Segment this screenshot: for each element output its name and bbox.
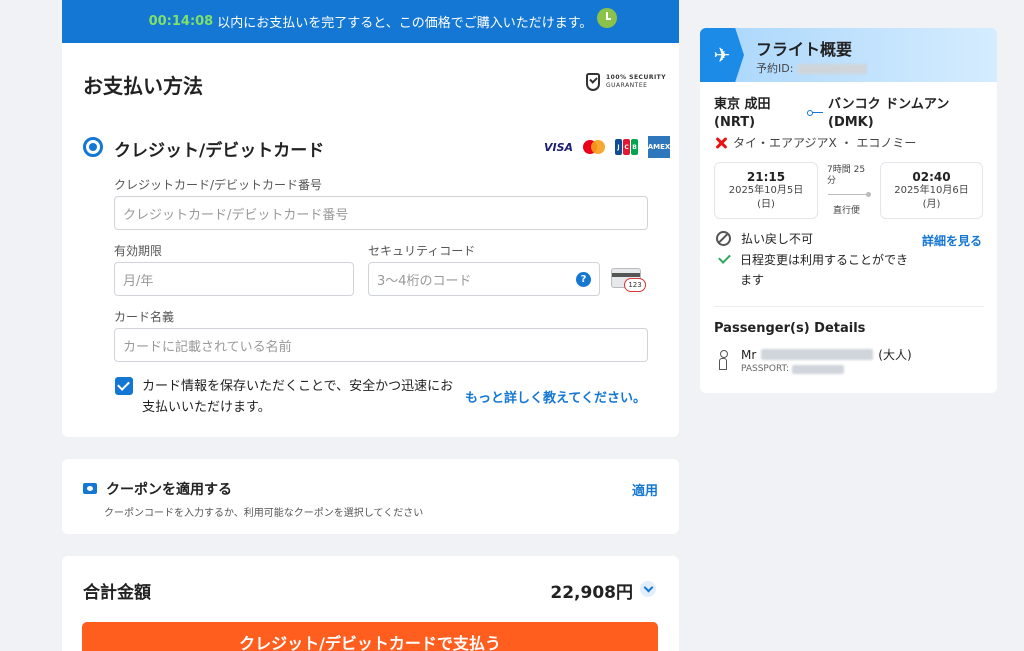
details-link[interactable]: 詳細を見る (922, 232, 982, 249)
security-guarantee-badge: 100% SECURITY GUARANTEE (586, 73, 666, 91)
destination: バンコク ドンムアン (DMK) (828, 96, 949, 132)
check-icon (718, 252, 730, 264)
card-number-input[interactable]: クレジットカード/デビットカード番号 (114, 196, 648, 230)
visa-logo: VISA (544, 140, 574, 154)
amex-logo: AMEX (648, 136, 670, 158)
person-icon (718, 350, 728, 370)
destination-code: (DMK) (828, 115, 874, 130)
refund-policy: 払い戻し不可 (716, 229, 813, 249)
passport-info: PASSPORT: (741, 364, 845, 374)
total-card: 合計金額 22,908円 クレジット/デビットカードで支払う (62, 556, 679, 651)
card-brands: VISA JCB AMEX (544, 136, 670, 158)
arrival-day: (月) (922, 199, 941, 210)
payment-method-card: お支払い方法 100% SECURITY GUARANTEE クレジット/デビッ… (62, 43, 679, 437)
guarantee-line1: 100% SECURITY (606, 74, 667, 81)
help-icon[interactable]: ? (576, 272, 591, 287)
clock-icon (597, 8, 617, 28)
passenger-details-title: Passenger(s) Details (714, 321, 866, 336)
passport-redacted (792, 364, 845, 374)
guarantee-line2: GUARANTEE (606, 82, 648, 89)
coupon-title: クーポンを適用する (106, 482, 232, 498)
shield-icon (586, 73, 600, 91)
origin: 東京 成田 (NRT) (714, 96, 771, 132)
timer-message: 以内にお支払いを完了すると、この価格でご購入いただけます。 (217, 16, 593, 31)
arrival-date: 2025年10月6日 (894, 185, 969, 196)
cardholder-input[interactable]: カードに記載されている名前 (114, 328, 648, 362)
duration-text: 7時間 25 分 (827, 165, 866, 186)
airline-info: タイ・エアアジアX ・ エコノミー (714, 134, 916, 151)
total-label: 合計金額 (83, 583, 151, 603)
timer-banner: 00:14:08 以内にお支払いを完了すると、この価格でご購入いただけます。 (62, 0, 679, 43)
no-refund-icon (716, 231, 731, 246)
departure-time: 21:15 (746, 170, 786, 184)
departure-day: (日) (757, 199, 775, 210)
passport-label: PASSPORT: (741, 364, 790, 374)
save-card-checkbox[interactable] (115, 377, 133, 395)
change-policy-text: 日程変更は利用することができます (740, 253, 909, 287)
mastercard-logo (583, 140, 606, 154)
flight-duration: 7時間 25 分 (827, 165, 875, 198)
arrival-box: 02:40 2025年10月6日 (月) (880, 162, 983, 219)
arrival-time: 02:40 (912, 170, 951, 184)
cvv-input[interactable]: 3〜4桁のコード ? (368, 262, 600, 296)
apply-coupon-button[interactable]: 適用 (632, 480, 658, 499)
payment-method-label[interactable]: クレジット/デビットカード (114, 136, 324, 161)
passenger-prefix: Mr (741, 347, 757, 362)
cvv-label: セキュリティコード (368, 244, 476, 258)
cvv-placeholder: 3〜4桁のコード (377, 273, 472, 289)
credit-card-radio[interactable] (83, 137, 103, 157)
booking-id-label: 予約ID: (756, 62, 794, 75)
flight-summary-card: ✈ フライト概要 予約ID: 東京 成田 (NRT) バンコク ドンムアン (D… (700, 28, 997, 393)
divider (714, 306, 984, 307)
airline-name: タイ・エアアジアX ・ エコノミー (733, 136, 917, 150)
learn-more-link[interactable]: もっと詳しく教えてください。 (465, 387, 646, 406)
card-number-label: クレジットカード/デビットカード番号 (114, 178, 323, 192)
no-refund-text: 払い戻し不可 (741, 232, 814, 246)
passenger-type: (大人) (878, 348, 912, 362)
direct-flight-label: 直行便 (833, 206, 861, 216)
coupon-icon (83, 483, 97, 494)
booking-id: 予約ID: (756, 60, 867, 76)
save-card-text: カード情報を保存いただくことで、安全かつ迅速にお支払いいただけます。 (142, 379, 454, 415)
airline-logo-icon (714, 136, 728, 150)
chevron-down-icon[interactable] (640, 581, 656, 597)
total-amount: 22,908円 (550, 583, 633, 603)
departure-date: 2025年10月5日 (728, 185, 804, 196)
expiry-input[interactable]: 月/年 (114, 262, 354, 296)
airplane-icon: ✈ (700, 28, 744, 82)
jcb-logo: JCB (615, 139, 639, 155)
origin-city: 東京 成田 (714, 97, 771, 112)
route-arrow-icon (807, 107, 825, 116)
passenger-name-redacted (761, 349, 874, 360)
change-policy: 日程変更は利用することができます (716, 250, 911, 290)
destination-city: バンコク ドンムアン (828, 97, 950, 112)
coupon-card: クーポンを適用する クーポンコードを入力するか、利用可能なクーポンを選択してくだ… (62, 459, 679, 534)
cvv-sample: 123 (624, 278, 646, 292)
pay-button[interactable]: クレジット/デビットカードで支払う (82, 622, 658, 651)
origin-code: (NRT) (714, 115, 756, 130)
departure-box: 21:15 2025年10月5日 (日) (714, 162, 818, 219)
expiry-label: 有効期限 (114, 244, 163, 258)
duration-line (827, 190, 875, 198)
coupon-subtitle: クーポンコードを入力するか、利用可能なクーポンを選択してください (104, 508, 424, 519)
page-title: お支払い方法 (83, 74, 203, 98)
countdown-timer: 00:14:08 (148, 14, 214, 29)
flight-summary-title: フライト概要 (756, 40, 853, 59)
booking-id-redacted (796, 64, 867, 74)
flight-summary-header: ✈ フライト概要 予約ID: (700, 28, 997, 82)
cardholder-label: カード名義 (114, 310, 175, 324)
passenger-name: Mr (大人) (741, 346, 912, 363)
card-back-icon: 123 (611, 268, 646, 292)
